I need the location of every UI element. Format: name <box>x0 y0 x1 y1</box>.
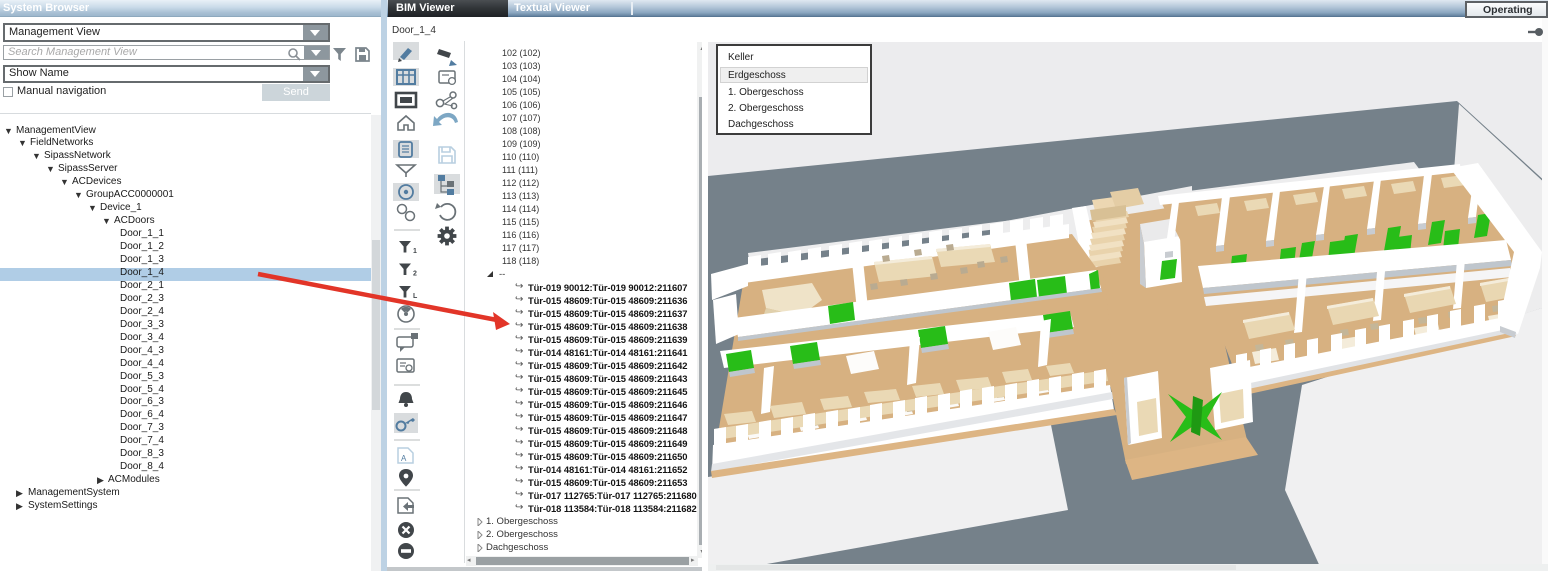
svg-text:2: 2 <box>413 271 417 278</box>
svg-text:L: L <box>413 293 418 300</box>
svg-text:A: A <box>401 454 407 463</box>
svg-text:1: 1 <box>413 248 417 255</box>
